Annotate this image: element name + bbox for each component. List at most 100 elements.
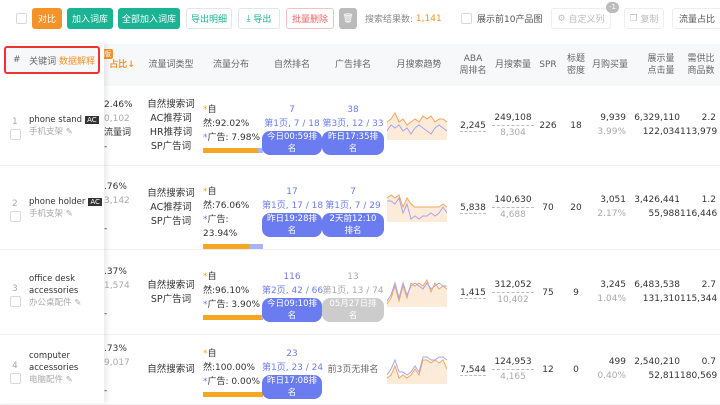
impressions: 6,329,110	[634, 113, 680, 123]
ad-rank-cell[interactable]: 38 第3页, 12 / 33 昨日17:35排名	[322, 103, 384, 156]
edit-icon[interactable]: ✎	[66, 375, 73, 385]
row-checkbox[interactable]	[10, 373, 21, 384]
natural-rank-cell[interactable]: 17 第1页, 17 / 18 昨日19:28排名	[262, 185, 323, 238]
traffic-distribution-cell: *自然:76.06% *广告: 23.94%	[200, 185, 263, 249]
keyword-text[interactable]: computer accessories	[29, 351, 78, 373]
spr-value: 12	[542, 365, 554, 375]
natural-rank-cell[interactable]: 23 第1页, 23 / 24 昨日17:08排名	[262, 347, 323, 400]
edit-icon[interactable]: ✎	[66, 209, 73, 219]
natural-rank: 116	[283, 271, 301, 282]
monthly-search-cell: 312,052 10,402	[492, 278, 534, 307]
row-checkbox[interactable]	[10, 211, 21, 222]
edit-icon[interactable]: ✎	[66, 127, 73, 137]
distribution-bar	[203, 148, 263, 153]
ad-page: 第3页, 12 / 33	[322, 119, 384, 129]
traffic-share-button[interactable]: 流量占比	[672, 8, 720, 29]
aba-rank: 2,245	[460, 121, 486, 132]
search-trend-sparkline[interactable]	[386, 110, 448, 140]
clicks: 131,310	[642, 293, 680, 304]
ad-pct: 3.90%	[231, 299, 260, 310]
supply-cell: 1.2 116,446	[680, 193, 717, 221]
table-row[interactable]: .37% 1,574 - 自然搜索词 SP广告词 *自然:96.10% *广告: …	[0, 250, 720, 335]
share-extra: -	[104, 224, 108, 234]
custom-columns-label: 自定义列	[568, 15, 605, 25]
row-checkbox[interactable]	[10, 295, 21, 307]
natural-rank-cell[interactable]: 116 第2页, 42 / 66 今日09:10排名	[262, 270, 324, 323]
trend-cell	[386, 277, 448, 312]
export-label: 导出	[253, 15, 272, 25]
aba-rank: 1,415	[460, 287, 486, 299]
traffic-share-cell: .76% 3,142 -	[100, 180, 144, 236]
search-trend-sparkline[interactable]	[386, 354, 448, 384]
ad-rank: 38	[347, 105, 359, 115]
share-count: 9,017	[104, 358, 130, 368]
show-top10-checkbox[interactable]	[461, 13, 472, 24]
natural-rank-cell[interactable]: 7 第1页, 7 / 18 今日00:59排名	[262, 103, 322, 156]
header-natural-rank: 自然排名	[273, 60, 310, 70]
sticky-keyword-column: # 关键词 数据解释 1 phone stand AC 手机支架 ✎ 2 phone…	[0, 44, 104, 405]
aba-rank-cell: 7,544	[455, 363, 491, 377]
monthly-buy: 3,051	[600, 195, 626, 205]
ad-rank-cell[interactable]: 13 第1页, 13 / 74 05月27日排名	[322, 270, 384, 323]
custom-columns-button[interactable]: ⚙ 自定义列	[551, 8, 611, 29]
row-index: 3	[12, 283, 18, 294]
aba-rank-cell: 1,415	[455, 286, 491, 300]
goods-count: 113,979	[680, 127, 718, 137]
traffic-type: AC推荐词	[150, 202, 192, 213]
table-row[interactable]: .76% 3,142 - 自然搜索词 AC推荐词 SP广告词 *自然:76.06% …	[0, 166, 720, 250]
ad-rank-cell[interactable]: 7 第1页, 7 / 29 2天前12:10排名	[322, 185, 384, 238]
ad-label: 广告:	[207, 215, 229, 225]
monthly-search: 124,953	[492, 355, 534, 370]
search-results: 搜索结果数: 1,141	[365, 8, 442, 29]
add-to-library-button[interactable]: 加入词库	[67, 8, 113, 29]
compare-button[interactable]: 对比	[32, 8, 62, 29]
monthly-buy-rate: 3.99%	[597, 127, 626, 137]
search-trend-sparkline[interactable]	[386, 192, 448, 222]
data-explain-link[interactable]: 数据解释	[59, 54, 95, 67]
keyword-translation: 电脑配件	[29, 375, 64, 385]
ad-rank-cell[interactable]: 前3页无排名	[322, 363, 384, 377]
impressions: 3,426,441	[634, 195, 680, 205]
aba-rank-cell: 5,838	[455, 201, 491, 215]
natural-page: 第2页, 42 / 66	[262, 285, 324, 296]
header-monthly-buy: 月购买量	[591, 60, 628, 70]
keyword-text[interactable]: phone holder	[29, 197, 85, 207]
header-type: 流量词类型	[148, 60, 194, 70]
impressions: 6,483,538	[634, 279, 680, 290]
traffic-type: 自然搜索词	[147, 99, 195, 110]
natural-rank: 23	[286, 349, 298, 359]
search-results-label: 搜索结果数:	[365, 15, 414, 25]
keyword-text[interactable]: phone stand	[29, 115, 82, 125]
natural-pct: 96.10%	[215, 285, 250, 296]
search-trend-sparkline[interactable]	[386, 277, 448, 307]
batch-delete-button[interactable]: 批量删除	[286, 8, 334, 29]
supply-ratio: 2.7	[701, 279, 716, 290]
edit-icon[interactable]: ✎	[74, 298, 81, 308]
rank-time-badge: 昨日19:28排名	[262, 213, 322, 237]
select-all-checkbox[interactable]	[16, 13, 27, 24]
impressions: 2,540,210	[634, 357, 680, 367]
keyword-translation: 办公桌配件	[29, 297, 72, 308]
rank-time-badge: 昨日17:08排名	[262, 375, 322, 399]
copy-icon: ❐	[629, 13, 641, 24]
export-button[interactable]: ⤓ 导出	[238, 8, 280, 29]
monthly-search-sub: 4,165	[500, 372, 526, 382]
copy-button[interactable]: ❐ 复制	[624, 8, 664, 29]
impressions-cell: 3,426,441 55,988	[630, 193, 680, 221]
goods-count: 115,344	[680, 293, 718, 304]
table-row[interactable]: 2.46% 0,102 流量词 - 自然搜索词 AC推荐词 HR推荐词 SP广告词 *…	[0, 86, 720, 166]
trend-cell	[386, 192, 448, 227]
table-row[interactable]: .73% 9,017 - 自然搜索词 *自然:100.00% *广告: 0.00…	[0, 335, 720, 405]
traffic-type-cell: 自然搜索词 AC推荐词 SP广告词	[145, 187, 197, 229]
title-density-value: 9	[573, 287, 579, 298]
ad-label: 广告:	[207, 377, 232, 387]
export-detail-button[interactable]: 导出明细	[186, 8, 232, 29]
add-all-to-library-button[interactable]: 全部加入词库	[118, 8, 180, 29]
keyword-translation: 手机支架	[29, 127, 64, 137]
trash-button[interactable]: 🗑	[339, 8, 357, 29]
trash-icon: 🗑	[342, 13, 354, 24]
keyword-text[interactable]: office desk accessories	[29, 274, 78, 296]
keyword-translation: 手机支架	[29, 209, 64, 219]
row-checkbox[interactable]	[10, 129, 21, 140]
monthly-search-sub: 10,402	[497, 294, 529, 305]
